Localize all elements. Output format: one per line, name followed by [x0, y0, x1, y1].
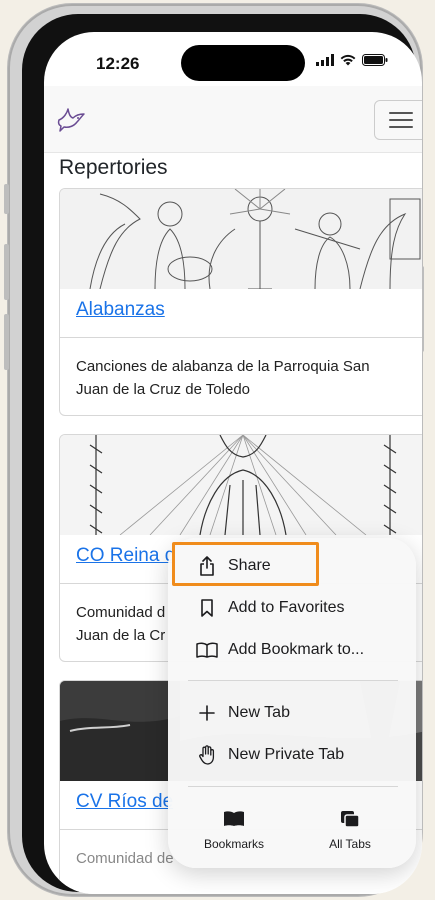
wifi-icon [340, 54, 356, 66]
volume-down-button [4, 314, 9, 370]
all-tabs-label: All Tabs [329, 837, 371, 851]
menu-add-to-favorites[interactable]: Add to Favorites [168, 588, 416, 628]
menu-new-private-tab[interactable]: New Private Tab [168, 735, 416, 775]
repertory-card: Alabanzas Canciones de alabanza de la Pa… [59, 188, 422, 416]
menu-new-tab-label: New Tab [228, 704, 290, 721]
card-divider [60, 337, 422, 338]
menu-share-label: Share [228, 557, 271, 574]
site-navbar [44, 86, 422, 153]
angels-illustration [60, 189, 422, 289]
volume-up-button [4, 244, 9, 300]
bezel: 12:26 Repertories Alabanzas Canciones de… [22, 14, 422, 894]
bookmarks-button[interactable]: Bookmarks [172, 810, 296, 851]
menu-add-bookmark-label: Add Bookmark to... [228, 641, 365, 658]
page-title: Repertories [59, 156, 168, 179]
share-icon [200, 556, 214, 576]
menu-divider [188, 680, 398, 681]
phone-frame: 12:26 Repertories Alabanzas Canciones de… [4, 4, 424, 896]
hand-icon [199, 745, 215, 765]
tabs-icon [341, 811, 360, 828]
menu-new-private-tab-label: New Private Tab [228, 746, 345, 763]
repertory-link[interactable]: CO Reina d [76, 545, 175, 567]
menu-new-tab[interactable]: New Tab [168, 693, 416, 733]
repertory-link[interactable]: CV Ríos de [76, 791, 173, 813]
battery-icon [362, 54, 388, 66]
menu-share[interactable]: Share [168, 546, 416, 586]
bookmark-icon [201, 599, 213, 617]
book-icon [196, 642, 218, 658]
plus-icon [199, 705, 215, 721]
bookmarks-label: Bookmarks [203, 837, 265, 851]
virgin-illustration [60, 435, 422, 535]
repertory-link[interactable]: Alabanzas [76, 299, 165, 321]
navbar-toggle-button[interactable] [374, 100, 422, 140]
silent-switch [4, 184, 9, 214]
menu-add-to-favorites-label: Add to Favorites [228, 599, 345, 616]
all-tabs-button[interactable]: All Tabs [288, 810, 412, 851]
bookmarks-icon [224, 811, 244, 826]
repertory-description: Canciones de alabanza de la Parroquia Sa… [76, 358, 370, 398]
dove-logo-icon[interactable] [56, 108, 86, 134]
status-icons [316, 54, 388, 66]
browser-context-menu: Share Add to Favorites Add Bookmark to..… [168, 538, 416, 868]
menu-add-bookmark[interactable]: Add Bookmark to... [168, 630, 416, 670]
dynamic-island [181, 45, 305, 81]
status-time: 12:26 [96, 54, 140, 73]
signal-icon [316, 54, 334, 66]
menu-divider [188, 786, 398, 787]
screen: 12:26 Repertories Alabanzas Canciones de… [44, 32, 422, 894]
